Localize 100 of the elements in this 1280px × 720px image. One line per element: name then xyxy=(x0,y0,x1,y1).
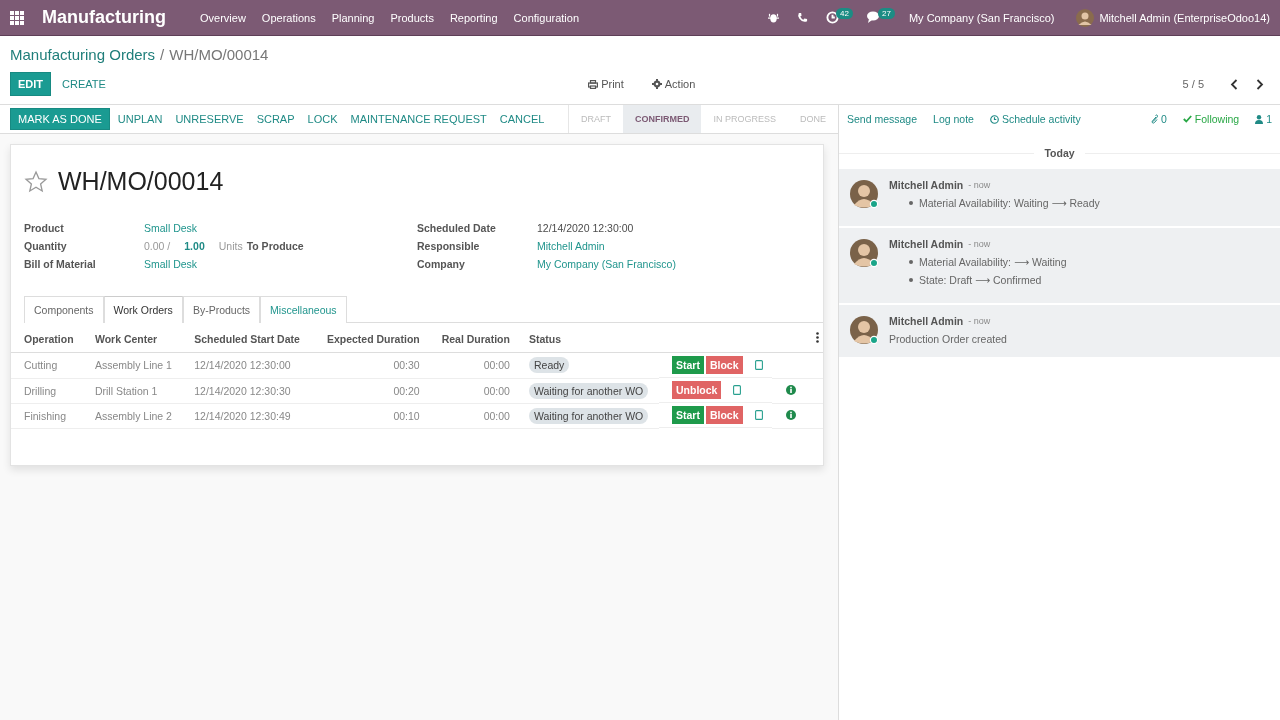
workorder-button[interactable]: Block xyxy=(705,356,743,374)
column-options-icon[interactable] xyxy=(816,332,819,343)
edit-button[interactable]: EDIT xyxy=(10,72,52,96)
clock-icon xyxy=(989,114,999,124)
menu-item[interactable]: Configuration xyxy=(513,11,580,24)
avatar-icon xyxy=(849,238,879,268)
table-cell: 00:00 xyxy=(425,352,516,378)
menu-item[interactable]: Operations xyxy=(261,11,316,24)
clock-icon[interactable] xyxy=(826,11,840,24)
unit-value: Units xyxy=(218,240,243,252)
column-header[interactable]: Real Duration xyxy=(425,325,516,353)
user-menu[interactable]: Mitchell Admin (EnterpriseOdoo14) xyxy=(1099,11,1270,24)
phone-icon[interactable] xyxy=(797,12,809,23)
schedule-activity-link[interactable]: Schedule activity xyxy=(989,113,1081,125)
tracking-change: Material Availability: ⟶ Waiting xyxy=(919,255,1067,269)
info-icon[interactable] xyxy=(785,409,796,420)
create-button[interactable]: CREATE xyxy=(57,73,111,95)
column-header[interactable]: Work Center xyxy=(81,325,182,353)
quantity-suffix: To Produce xyxy=(246,240,304,252)
workorder-button[interactable]: Block xyxy=(705,406,743,424)
field-label: Product xyxy=(24,222,65,234)
menu-item[interactable]: Reporting xyxy=(449,11,498,24)
log-note-link[interactable]: Log note xyxy=(933,113,974,125)
table-cell: Finishing xyxy=(11,403,82,428)
breadcrumb-current: WH/MO/00014 xyxy=(169,45,269,63)
printer-icon xyxy=(588,79,599,89)
check-icon xyxy=(1182,115,1192,123)
user-avatar-icon[interactable] xyxy=(1076,8,1095,27)
breadcrumb-separator: / xyxy=(160,45,165,63)
chat-icon[interactable] xyxy=(867,11,881,24)
message-text: Production Order created xyxy=(889,333,1008,345)
workorder-button[interactable]: Start xyxy=(672,356,704,374)
table-row[interactable]: Drilling Drill Station 1 12/14/2020 12:30:30 00:20 00:00 Waiting for another WO Unblock xyxy=(11,378,823,403)
star-icon[interactable] xyxy=(24,169,48,194)
table-cell: 12/14/2020 12:30:49 xyxy=(181,403,311,428)
menu-item[interactable]: Planning xyxy=(331,11,375,24)
notebook-tab[interactable]: Miscellaneous xyxy=(260,296,347,323)
tablet-icon[interactable] xyxy=(754,410,763,420)
bullet-icon xyxy=(909,201,913,205)
action-button[interactable]: UNPLAN xyxy=(112,108,168,130)
column-header[interactable]: Scheduled Start Date xyxy=(181,325,311,353)
field-link[interactable]: Small Desk xyxy=(144,258,417,270)
column-header[interactable]: Operation xyxy=(11,325,82,353)
action-button[interactable]: Action xyxy=(645,77,702,91)
status-badge: Ready xyxy=(528,357,570,374)
table-cell: Assembly Line 2 xyxy=(81,403,182,428)
menu-item[interactable]: Products xyxy=(390,11,434,24)
column-header[interactable]: Expected Duration xyxy=(310,325,426,353)
action-button[interactable]: MAINTENANCE REQUEST xyxy=(345,108,492,130)
action-button[interactable]: SCRAP xyxy=(251,108,300,130)
print-button[interactable]: Print xyxy=(582,77,630,91)
workorder-button[interactable]: Unblock xyxy=(672,381,722,399)
notebook-tab[interactable]: By-Products xyxy=(182,296,261,323)
action-button[interactable]: MARK AS DONE xyxy=(10,108,110,130)
column-header[interactable]: Status xyxy=(515,325,659,353)
apps-menu-icon[interactable] xyxy=(10,10,24,25)
previous-icon[interactable] xyxy=(1230,78,1238,90)
field-link[interactable]: Mitchell Admin xyxy=(537,240,810,252)
table-cell: 00:00 xyxy=(425,403,516,428)
table-row[interactable]: Cutting Assembly Line 1 12/14/2020 12:30:00 00:30 00:00 Ready Start Block xyxy=(11,352,823,378)
record-title: WH/MO/00014 xyxy=(58,167,224,196)
send-message-link[interactable]: Send message xyxy=(847,113,918,125)
stage-step[interactable]: CONFIRMED xyxy=(622,105,702,133)
field-label: Quantity xyxy=(24,240,68,252)
tablet-icon[interactable] xyxy=(733,385,742,395)
table-cell: Drilling xyxy=(11,378,82,403)
field-label: Bill of Material xyxy=(24,258,97,270)
tablet-icon[interactable] xyxy=(754,360,763,370)
message-time: - now xyxy=(968,180,991,190)
avatar-icon xyxy=(849,179,879,209)
field-label: Responsible xyxy=(417,240,481,252)
action-button[interactable]: LOCK xyxy=(302,108,343,130)
field-link[interactable]: My Company (San Francisco) xyxy=(537,258,810,270)
field-link[interactable]: Small Desk xyxy=(144,222,417,234)
message-author: Mitchell Admin xyxy=(889,238,964,250)
company-switcher[interactable]: My Company (San Francisco) xyxy=(908,11,1055,24)
notebook-tab[interactable]: Components xyxy=(24,296,104,323)
field-label: Scheduled Date xyxy=(417,222,497,234)
breadcrumb-link[interactable]: Manufacturing Orders xyxy=(10,45,156,63)
app-name[interactable]: Manufacturing xyxy=(42,7,166,28)
info-icon[interactable] xyxy=(785,384,796,395)
pager-value: 5 / 5 xyxy=(1182,78,1204,90)
table-cell: 00:30 xyxy=(310,352,426,378)
paperclip-icon xyxy=(1149,114,1158,124)
following-button[interactable]: Following xyxy=(1182,113,1240,125)
action-button[interactable]: CANCEL xyxy=(494,108,550,130)
menu-item[interactable]: Overview xyxy=(200,11,246,24)
next-icon[interactable] xyxy=(1256,78,1264,90)
produced-quantity: 0.00 / xyxy=(144,240,171,252)
person-icon xyxy=(1255,114,1264,124)
action-button[interactable]: UNRESERVE xyxy=(170,108,249,130)
table-cell: 00:10 xyxy=(310,403,426,428)
attachments-button[interactable]: 0 xyxy=(1149,113,1167,125)
followers-button[interactable]: 1 xyxy=(1255,113,1272,125)
quantity-value: 1.00 xyxy=(184,240,205,252)
status-badge: Waiting for another WO xyxy=(528,382,649,399)
table-row[interactable]: Finishing Assembly Line 2 12/14/2020 12:30:49 00:10 00:00 Waiting for another WO Start Block xyxy=(11,403,823,428)
notebook-tab[interactable]: Work Orders xyxy=(103,296,183,323)
workorder-button[interactable]: Start xyxy=(672,406,704,424)
bug-icon[interactable] xyxy=(768,12,780,23)
